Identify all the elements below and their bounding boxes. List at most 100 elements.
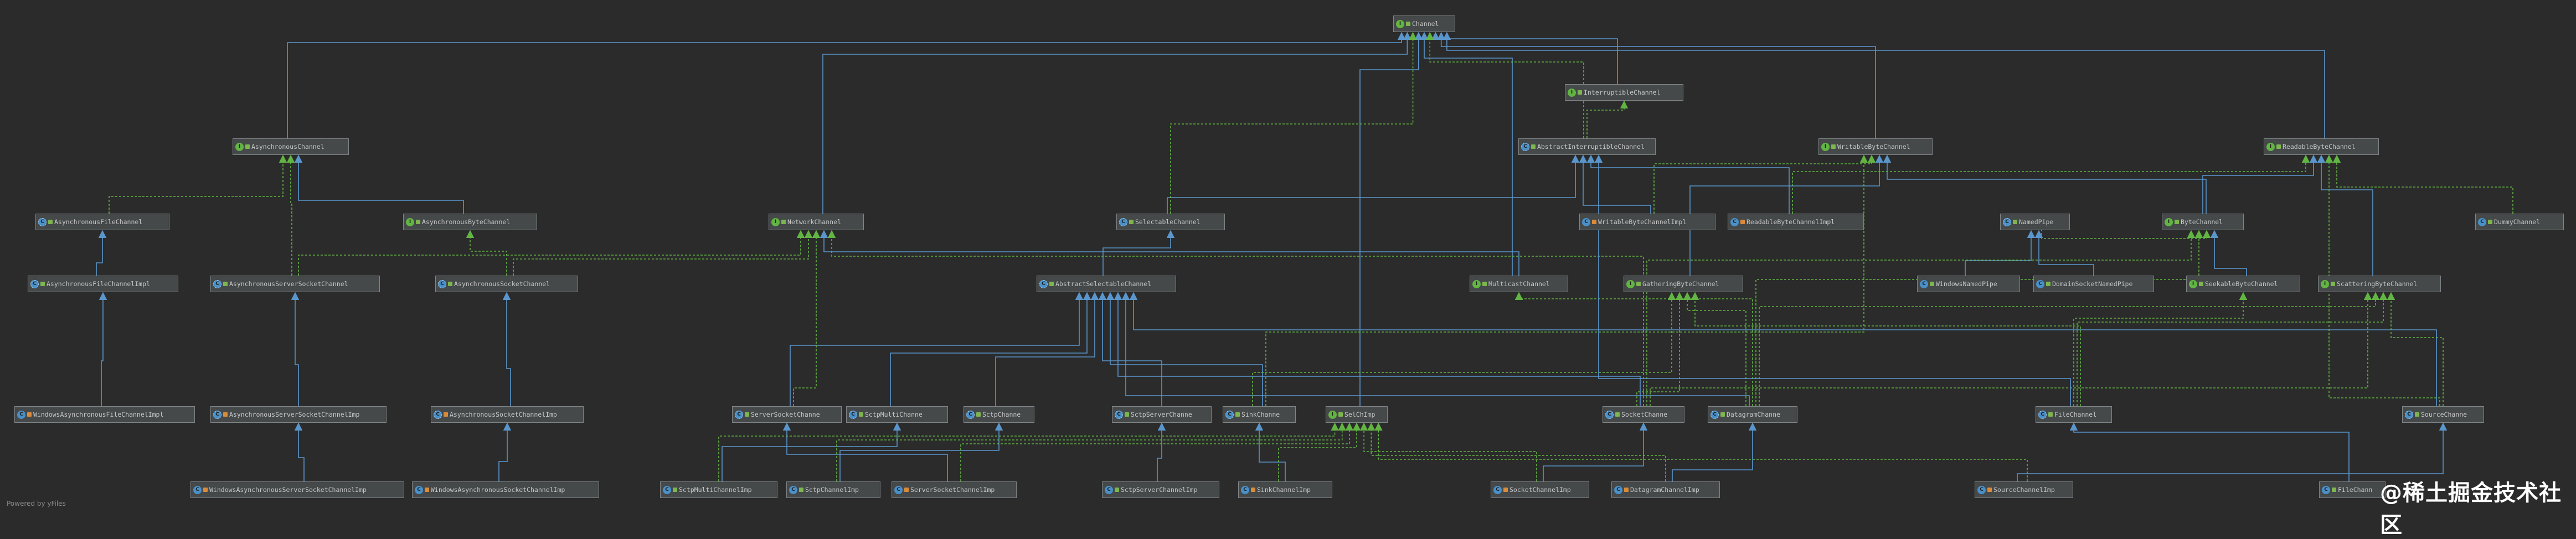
class-node-scattering-byte-channel[interactable]: I ScatteringByteChannel [2318, 276, 2441, 292]
public-visibility-icon [2048, 412, 2053, 417]
class-node-sink-channel[interactable]: C SinkChanne [1223, 406, 1296, 423]
package-visibility-icon [1503, 488, 1508, 492]
class-node-sctp-channel-impl[interactable]: C SctpChannelImp [786, 481, 880, 498]
class-node-asynchronous-file-channel[interactable]: C AsynchronousFileChannel [35, 214, 169, 230]
public-visibility-icon [1406, 22, 1410, 26]
class-node-label: DatagramChanne [1727, 411, 1780, 418]
edge-implements [513, 230, 813, 276]
edge-extends [2034, 230, 2094, 276]
class-node-asynchronous-server-socket-channel[interactable]: C AsynchronousServerSocketChannel [210, 276, 380, 292]
edge-extends [1098, 292, 1162, 406]
edge-extends [782, 422, 948, 481]
class-node-datagram-channel-impl[interactable]: C DatagramChannelImp [1611, 481, 1720, 498]
class-node-interruptible-channel[interactable]: I InterruptibleChannel [1565, 84, 1683, 101]
abstract-class-icon: C [1711, 410, 1719, 419]
class-node-asynchronous-file-channel-impl[interactable]: C AsynchronousFileChannelImpl [28, 276, 178, 292]
class-node-selectable-channel[interactable]: C SelectableChannel [1116, 214, 1225, 230]
class-node-writable-byte-channel-impl[interactable]: C WritableByteChannelImpl [1579, 214, 1715, 230]
class-node-sctp-multi-channel[interactable]: C SctpMultiChanne [846, 406, 948, 423]
class-node-windows-named-pipe[interactable]: C WindowsNamedPipe [1917, 276, 2020, 292]
class-node-label: AbstractSelectableChannel [1055, 280, 1152, 288]
class-node-windows-asynchronous-socket-channel-impl[interactable]: C WindowsAsynchronousSocketChannelImp [412, 481, 599, 498]
class-node-windows-asynchronous-server-socket-channel-impl[interactable]: C WindowsAsynchronousServerSocketChannelI… [190, 481, 404, 498]
class-node-asynchronous-channel[interactable]: I AsynchronousChannel [233, 138, 349, 155]
class-node-source-channel-impl[interactable]: C SourceChannelImp [1975, 481, 2073, 498]
class-icon: C [1614, 485, 1622, 494]
class-node-datagram-channel[interactable]: C DatagramChanne [1708, 406, 1797, 423]
class-node-channel[interactable]: I Channel [1393, 15, 1455, 32]
class-icon: C [789, 485, 797, 494]
edge-extends [502, 292, 511, 406]
edge-extends [498, 422, 512, 481]
class-node-sel-ch-impl[interactable]: I SelChImp [1326, 406, 1388, 423]
edge-extends [1121, 292, 1750, 406]
class-node-asynchronous-socket-channel[interactable]: C AsynchronousSocketChannel [435, 276, 578, 292]
public-visibility-icon [745, 412, 749, 417]
package-visibility-icon [1251, 488, 1255, 492]
class-node-sctp-channel[interactable]: C SctpChanne [964, 406, 1034, 423]
interface-icon: I [2165, 217, 2173, 226]
class-node-network-channel[interactable]: I NetworkChannel [769, 214, 864, 230]
class-node-multicast-channel[interactable]: I MulticastChannel [1470, 276, 1568, 292]
edge-extends [287, 32, 1406, 138]
public-visibility-icon [223, 282, 228, 286]
class-node-source-channel[interactable]: C SourceChanne [2402, 406, 2484, 423]
class-node-label: SctpServerChanne [1131, 411, 1192, 418]
class-node-file-channel-impl[interactable]: C FileChann [2319, 481, 2386, 498]
public-visibility-icon [1129, 220, 1134, 224]
class-node-asynchronous-server-socket-channel-imp[interactable]: C AsynchronousServerSocketChannelImp [210, 406, 387, 423]
class-node-socket-channel[interactable]: C SocketChanne [1603, 406, 1684, 423]
class-node-sink-channel-impl[interactable]: C SinkChannelImp [1238, 481, 1332, 498]
class-node-byte-channel[interactable]: I ByteChannel [2162, 214, 2244, 230]
public-visibility-icon [245, 144, 250, 149]
edge-extends [1114, 292, 1641, 406]
class-icon: C [1730, 217, 1739, 226]
class-node-asynchronous-socket-channel-imp[interactable]: C AsynchronousSocketChannelImp [431, 406, 584, 423]
class-node-abstract-selectable-channel[interactable]: C AbstractSelectableChannel [1037, 276, 1176, 292]
public-visibility-icon [1720, 412, 1725, 417]
edge-extends [820, 230, 1519, 276]
class-node-label: ReadableByteChannelImpl [1746, 218, 1835, 226]
class-node-label: AsynchronousFileChannel [54, 218, 143, 226]
class-node-abstract-interruptible-channel[interactable]: C AbstractInterruptibleChannel [1518, 138, 1656, 155]
class-node-asynchronous-byte-channel[interactable]: I AsynchronousByteChannel [403, 214, 537, 230]
abstract-class-icon: C [434, 410, 442, 419]
class-icon: C [1241, 485, 1249, 494]
class-node-sctp-server-channel[interactable]: C SctpServerChanne [1112, 406, 1212, 423]
class-node-socket-channel-impl[interactable]: C SocketChannelImp [1491, 481, 1589, 498]
class-node-label: WindowsAsynchronousSocketChannelImp [431, 486, 565, 494]
class-node-readable-byte-channel[interactable]: I ReadableByteChannel [2264, 138, 2379, 155]
class-node-windows-asynchronous-file-channel-impl[interactable]: C WindowsAsynchronousFileChannelImpl [14, 406, 195, 423]
class-node-domain-socket-named-pipe[interactable]: C DomainSocketNamedPipe [2033, 276, 2154, 292]
class-node-seekable-byte-channel[interactable]: I SeekableByteChannel [2186, 276, 2300, 292]
class-node-readable-byte-channel-impl[interactable]: C ReadableByteChannelImpl [1728, 214, 1864, 230]
class-node-gathering-byte-channel[interactable]: I GatheringByteChannel [1624, 276, 1743, 292]
edge-implements [2387, 292, 2444, 406]
class-node-writable-byte-channel[interactable]: I WritableByteChannel [1818, 138, 1933, 155]
class-node-sctp-multi-channel-impl[interactable]: C SctpMultiChannelImp [660, 481, 777, 498]
class-node-label: AsynchronousSocketChannel [454, 280, 550, 288]
class-node-server-socket-channel-impl[interactable]: C ServerSocketChannelImp [892, 481, 1017, 498]
class-node-named-pipe[interactable]: C NamedPipe [2000, 214, 2070, 230]
abstract-class-icon: C [213, 410, 221, 419]
class-node-file-channel[interactable]: C FileChannel [2036, 406, 2112, 423]
class-node-label: NetworkChannel [787, 218, 841, 226]
class-node-dummy-channel[interactable]: C DummyChannel [2475, 214, 2564, 230]
public-visibility-icon [799, 488, 803, 492]
public-visibility-icon [1615, 412, 1620, 417]
class-node-server-socket-channel[interactable]: C ServerSocketChanne [732, 406, 842, 423]
edge-extends [1579, 154, 1651, 214]
edge-implements [1653, 154, 1876, 214]
class-node-label: AsynchronousSocketChannelImp [450, 411, 557, 418]
abstract-class-icon: C [1225, 410, 1234, 419]
abstract-class-icon: C [30, 279, 39, 288]
edge-implements [827, 230, 1644, 406]
class-node-label: ServerSocketChanne [751, 411, 820, 418]
abstract-class-icon: C [2003, 217, 2011, 226]
edge-implements [1367, 422, 1666, 481]
class-icon: C [17, 410, 25, 419]
class-node-label: SocketChannelImp [1509, 486, 1571, 494]
class-icon: C [193, 485, 202, 494]
class-node-label: WindowsNamedPipe [1936, 280, 1997, 288]
class-node-sctp-server-channel-impl[interactable]: C SctpServerChannelImp [1102, 481, 1219, 498]
